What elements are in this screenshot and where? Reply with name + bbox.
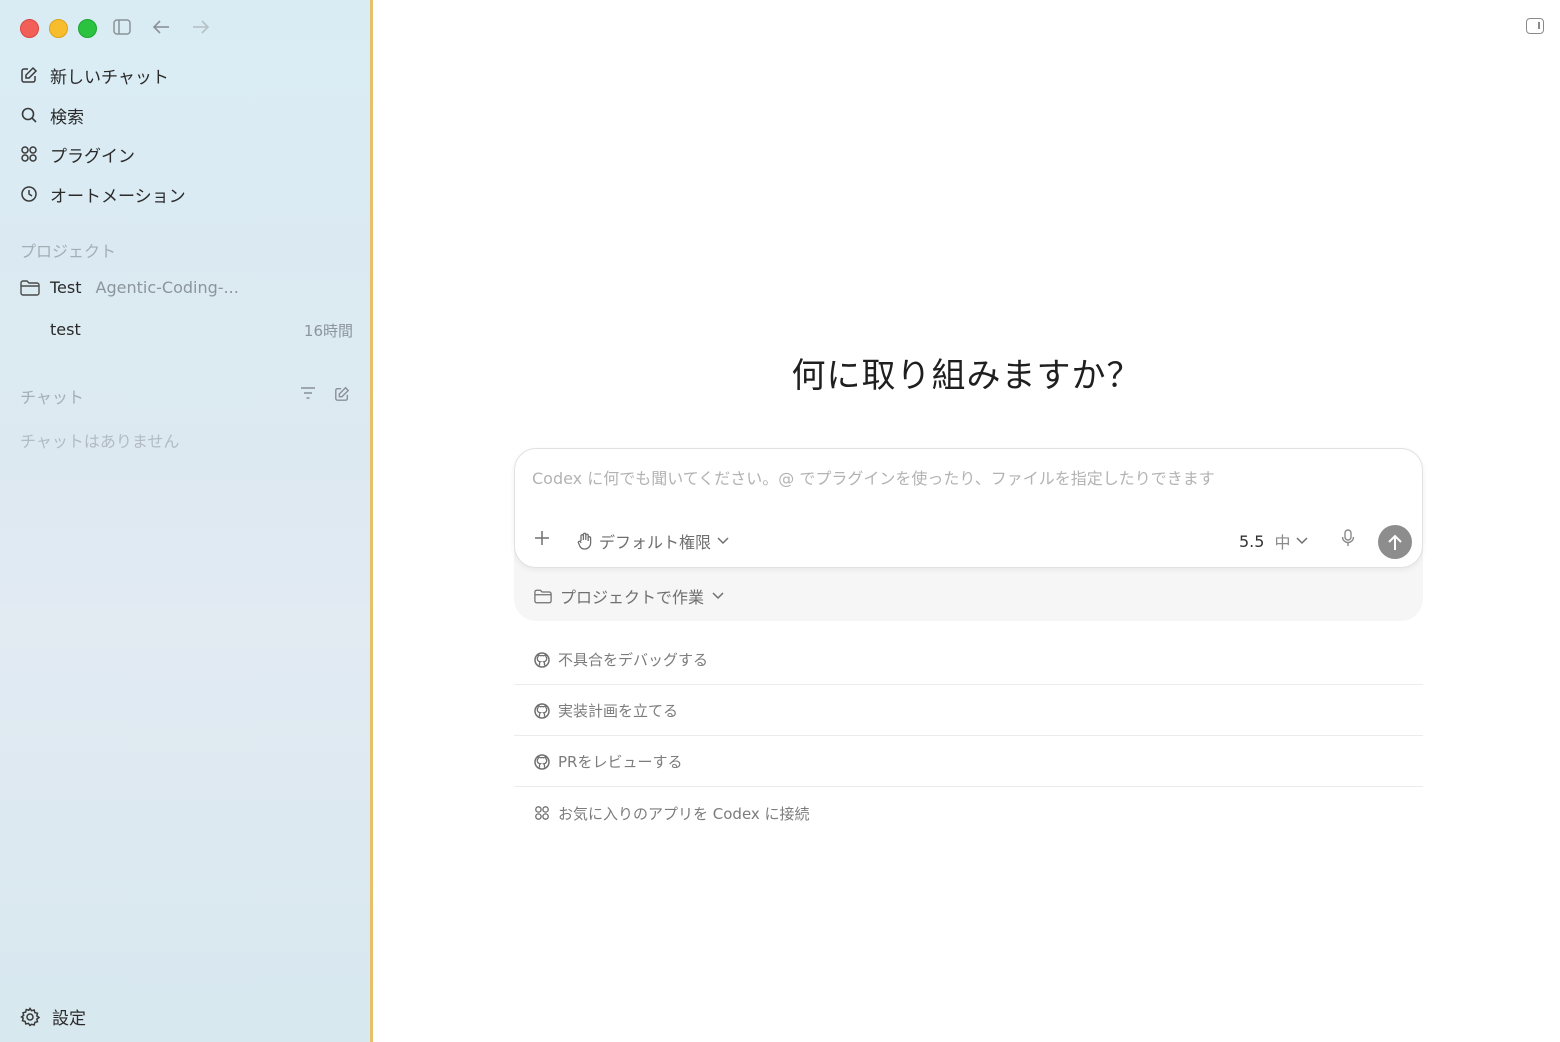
microphone-icon [1341, 529, 1355, 546]
permissions-dropdown[interactable]: デフォルト権限 [577, 529, 729, 553]
forward-arrow-icon[interactable] [190, 16, 212, 38]
suggestion-label: お気に入りのアプリを Codex に接続 [558, 804, 810, 823]
github-icon [534, 702, 550, 719]
thread-title: test [50, 320, 81, 339]
sidebar-toggle-icon[interactable] [111, 16, 133, 38]
nav-new-chat-label: 新しいチャット [50, 67, 169, 88]
thread-time: 16時間 [303, 322, 353, 340]
model-version: 5.5 [1239, 531, 1265, 551]
hand-icon [577, 532, 592, 550]
chevron-down-icon [717, 537, 729, 545]
suggestion-item[interactable]: 不具合をデバッグする [514, 635, 1423, 685]
project-name: Test [50, 278, 82, 297]
project-work-dropdown[interactable]: プロジェクトで作業 [534, 584, 724, 608]
nav-automation[interactable]: オートメーション [20, 179, 186, 209]
suggestion-label: 実装計画を立てる [558, 702, 679, 720]
projects-section-label: プロジェクト [20, 242, 117, 261]
composer: デフォルト権限 5.5 中 [514, 448, 1423, 568]
search-icon [21, 107, 37, 123]
sidebar: 新しいチャット 検索 プラグイン オートメーション プロジェクト Test Ag… [0, 0, 373, 1042]
attach-button[interactable] [533, 529, 551, 547]
github-icon [534, 651, 550, 668]
suggestion-item[interactable]: PRをレビューする [514, 737, 1423, 787]
settings-button[interactable]: 設定 [20, 1004, 86, 1029]
suggestion-item[interactable]: お気に入りのアプリを Codex に接続 [514, 788, 1423, 838]
project-item[interactable]: Test Agentic-Coding-... [20, 278, 239, 297]
window-controls [20, 19, 97, 38]
composer-container: デフォルト権限 5.5 中 プロジェクトで作業 [514, 448, 1423, 621]
project-subtitle: Agentic-Coding-... [95, 278, 239, 297]
minimize-window-button[interactable] [49, 19, 68, 38]
nav-plugins-label: プラグイン [50, 146, 135, 167]
permissions-label: デフォルト権限 [599, 533, 712, 552]
gear-icon [20, 1006, 40, 1027]
grid-icon [21, 146, 37, 162]
thread-item[interactable]: test 16時間 [50, 320, 353, 341]
edit-icon [21, 66, 38, 83]
plus-icon [535, 531, 549, 545]
back-arrow-icon[interactable] [150, 16, 172, 38]
effort-label: 中 [1274, 533, 1291, 552]
suggestion-label: 不具合をデバッグする [558, 651, 709, 669]
suggestion-label: PRをレビューする [558, 753, 683, 771]
project-work-label: プロジェクトで作業 [560, 588, 705, 607]
chevron-down-icon [712, 592, 724, 600]
prompt-input[interactable] [530, 463, 1394, 493]
arrow-up-icon [1388, 534, 1402, 550]
nav-search-label: 検索 [50, 107, 84, 128]
new-chat-icon[interactable] [334, 386, 350, 402]
nav-search[interactable]: 検索 [20, 100, 84, 130]
github-icon [534, 753, 550, 770]
folder-icon [20, 279, 40, 296]
chats-section-label: チャット [20, 388, 84, 407]
nav-plugins[interactable]: プラグイン [20, 139, 135, 169]
filter-icon[interactable] [300, 386, 316, 400]
chevron-down-icon [1296, 537, 1308, 545]
nav-automation-label: オートメーション [50, 186, 186, 207]
page-title: 何に取り組みますか？ [791, 356, 1142, 396]
model-dropdown[interactable]: 5.5 中 [1239, 529, 1308, 553]
close-window-button[interactable] [20, 19, 39, 38]
send-button[interactable] [1378, 525, 1412, 559]
right-panel-toggle-icon[interactable] [1526, 18, 1544, 34]
folder-icon [534, 589, 552, 603]
clock-icon [21, 186, 37, 202]
settings-label: 設定 [52, 1009, 86, 1029]
nav-new-chat[interactable]: 新しいチャット [20, 60, 169, 90]
chat-section-actions [300, 386, 350, 402]
chats-empty-text: チャットはありません [20, 432, 180, 451]
maximize-window-button[interactable] [78, 19, 97, 38]
suggestion-item[interactable]: 実装計画を立てる [514, 686, 1423, 736]
voice-button[interactable] [1341, 529, 1355, 547]
grid-icon [535, 806, 549, 820]
